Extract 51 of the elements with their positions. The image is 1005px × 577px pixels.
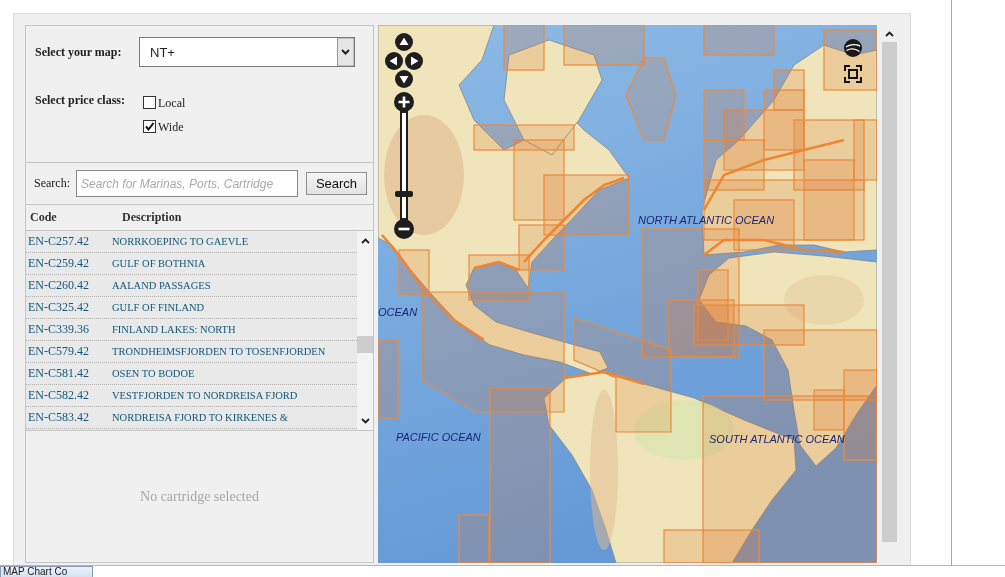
description-cell[interactable]: TRONDHEIMSFJORDEN TO TOSENFJORDEN [112, 346, 357, 357]
zoom-slider-thumb[interactable] [395, 191, 413, 198]
scrollbar-thumb[interactable] [357, 336, 373, 353]
checkbox[interactable] [143, 120, 156, 133]
description-cell[interactable]: AALAND PASSAGES [112, 280, 357, 291]
code-cell[interactable]: EN-C582.42 [28, 388, 112, 403]
code-cell[interactable]: EN-C260.42 [28, 278, 112, 293]
code-cell[interactable]: EN-C257.42 [28, 234, 112, 249]
taskbar-tab[interactable]: MAP Chart Co [0, 566, 93, 577]
globe-icon[interactable] [844, 39, 862, 57]
column-header: Code [30, 210, 58, 225]
description-cell[interactable]: VESTFJORDEN TO NORDREISA FJORD [112, 390, 357, 401]
code-cell[interactable]: EN-C339.36 [28, 322, 112, 337]
description-cell[interactable]: NORRKOEPING TO GAEVLE [112, 236, 357, 247]
arrow-right-icon[interactable] [405, 52, 423, 70]
code-cell[interactable]: EN-C583.42 [28, 410, 112, 425]
caret-down-icon[interactable] [360, 418, 370, 424]
caret-down-icon[interactable] [337, 38, 354, 66]
zoom-out-icon[interactable] [394, 219, 414, 239]
description-cell[interactable]: FINLAND LAKES: NORTH [112, 324, 357, 335]
code-cell[interactable]: EN-C581.42 [28, 366, 112, 381]
search-button[interactable]: Search [306, 172, 367, 195]
search-label: Search: [34, 176, 71, 191]
ocean-label: SOUTH ATLANTIC OCEAN [709, 433, 845, 445]
arrow-left-icon[interactable] [385, 52, 403, 70]
checkbox-label[interactable]: Local [158, 96, 186, 111]
code-cell[interactable]: EN-C579.42 [28, 344, 112, 359]
arrow-down-icon[interactable] [395, 70, 413, 88]
caret-up-icon[interactable] [360, 238, 370, 244]
description-cell[interactable]: GULF OF FINLAND [112, 302, 357, 313]
caret-up-icon[interactable] [885, 31, 894, 37]
column-header: Description [122, 210, 183, 225]
description-cell[interactable]: NORDREISA FJORD TO KIRKENES & [112, 412, 357, 423]
search-field[interactable]: Search for Marinas, Ports, Cartridge [76, 170, 298, 197]
arrow-up-icon[interactable] [395, 33, 413, 51]
description-cell[interactable]: OSEN TO BODOE [112, 368, 357, 379]
fullscreen-icon[interactable] [844, 65, 862, 83]
scrollbar-thumb[interactable] [882, 42, 897, 542]
checkbox[interactable] [143, 96, 156, 109]
description-cell[interactable]: GULF OF BOTHNIA [112, 258, 357, 269]
code-cell[interactable]: EN-C325.42 [28, 300, 112, 315]
zoom-in-icon[interactable] [394, 92, 414, 112]
field-label: Select price class: [35, 93, 126, 108]
ocean-label: OCEAN [378, 306, 418, 318]
code-cell[interactable]: EN-C259.42 [28, 256, 112, 271]
ocean-label: PACIFIC OCEAN [396, 431, 481, 443]
map-select[interactable]: NT+ [139, 37, 355, 67]
empty-message: No cartridge selected [140, 488, 259, 505]
checkbox-label[interactable]: Wide [158, 120, 184, 135]
field-label: Select your map: [35, 44, 123, 60]
ocean-label: NORTH ATLANTIC OCEAN [638, 214, 775, 226]
